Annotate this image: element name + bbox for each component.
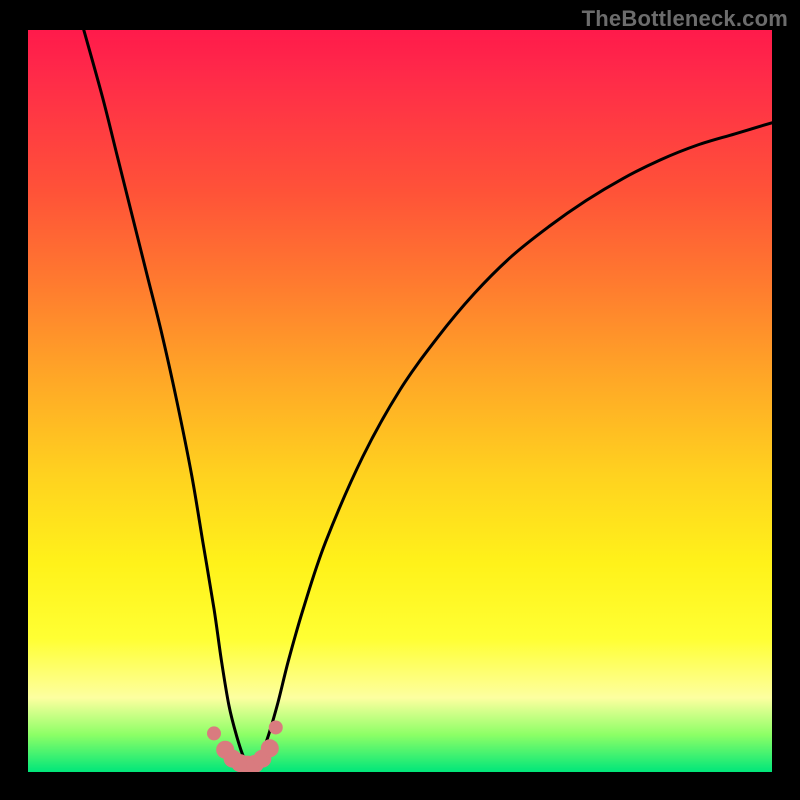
bottleneck-curve	[84, 30, 772, 765]
marker-dot	[261, 739, 279, 757]
curve-markers	[207, 720, 283, 772]
chart-frame: TheBottleneck.com	[0, 0, 800, 800]
marker-dot	[207, 726, 221, 740]
marker-dot	[269, 720, 283, 734]
curve-overlay	[28, 30, 772, 772]
watermark-text: TheBottleneck.com	[582, 6, 788, 32]
gradient-plot-area	[28, 30, 772, 772]
